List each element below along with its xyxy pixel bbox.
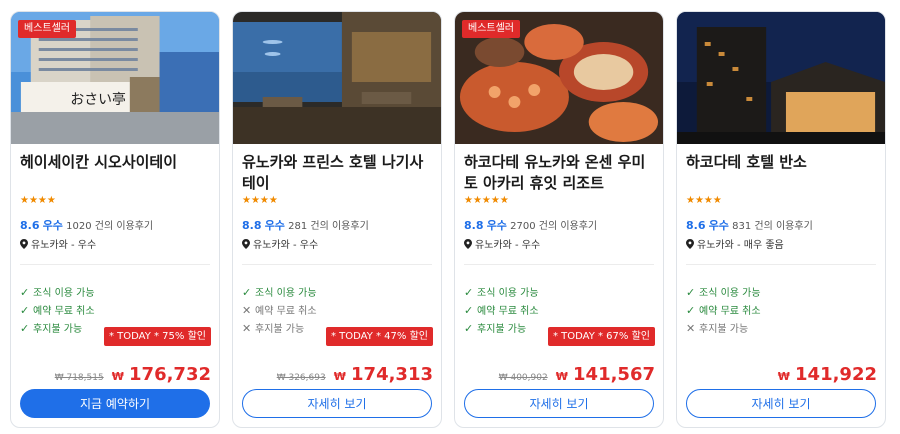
hotel-photo[interactable] [677, 12, 885, 144]
cross-icon: ✕ [242, 304, 252, 317]
review-score: 8.8 우수 2700 건의 이용후기 [464, 217, 597, 233]
amenity-free-cancel: ✕ 예약 무료 취소 [242, 304, 317, 317]
location-pin-icon [242, 239, 250, 249]
view-details-button[interactable]: 자세히 보기 [242, 389, 432, 418]
svg-text:おさい亭: おさい亭 [70, 91, 125, 108]
score-value: 8.8 [464, 219, 484, 232]
hotel-name[interactable]: 하코다테 유노카와 온센 우미 토 아카리 휴잇 리조트 [464, 152, 655, 194]
star-rating-icon: ★★★★ [686, 195, 722, 206]
divider [464, 264, 654, 265]
cross-icon: ✕ [242, 322, 252, 335]
location: 유노카와 - 우수 [242, 236, 318, 251]
cross-icon: ✕ [686, 322, 696, 335]
price-block: ₩ 718,515 ₩ 176,732 [55, 364, 211, 385]
currency-symbol: ₩ [111, 370, 124, 383]
current-price: 141,922 [795, 364, 877, 385]
original-price: ₩ 326,693 [276, 373, 326, 383]
review-count: 1020 건의 이용후기 [66, 221, 154, 232]
view-details-button[interactable]: 자세히 보기 [686, 389, 876, 418]
view-details-button[interactable]: 자세히 보기 [464, 389, 654, 418]
price-block: ₩ 326,693 ₩ 174,313 [277, 364, 433, 385]
original-price: ₩ 400,902 [498, 373, 548, 383]
hotel-card[interactable]: おさい亭 베스트셀러 헤이세이칸 시오사이테이 ★★★★ 8.6 우수 1020… [10, 11, 220, 428]
location: 유노카와 - 우수 [464, 236, 540, 251]
amenity-breakfast: ✓ 조식 이용 가능 [242, 286, 317, 299]
hotel-photo[interactable]: おさい亭 베스트셀러 [11, 12, 219, 144]
hotel-card[interactable]: 유노카와 프린스 호텔 나기사테이 ★★★★ 8.8 우수 281 건의 이용후… [232, 11, 442, 428]
currency-symbol: ₩ [555, 370, 568, 383]
current-price: 174,313 [351, 364, 433, 385]
book-now-button[interactable]: 지금 예약하기 [20, 389, 210, 418]
review-score: 8.8 우수 281 건의 이용후기 [242, 217, 369, 233]
location-text: 유노카와 - 우수 [253, 240, 319, 251]
amenity-breakfast: ✓ 조식 이용 가능 [464, 286, 539, 299]
review-count: 831 건의 이용후기 [732, 221, 813, 232]
price-block: ₩ 141,922 [778, 364, 877, 385]
score-grade: 우수 [264, 219, 285, 232]
location: 유노카와 - 매우 좋음 [686, 236, 784, 251]
bestseller-badge: 베스트셀러 [462, 20, 520, 38]
location-text: 유노카와 - 매우 좋음 [697, 240, 784, 251]
check-icon: ✓ [242, 286, 252, 299]
star-rating-icon: ★★★★★ [464, 195, 509, 206]
score-grade: 우수 [486, 219, 507, 232]
amenity-breakfast: ✓ 조식 이용 가능 [686, 286, 761, 299]
divider [686, 264, 876, 265]
check-icon: ✓ [464, 304, 474, 317]
currency-symbol: ₩ [777, 370, 790, 383]
hotel-name[interactable]: 유노카와 프린스 호텔 나기사테이 [242, 152, 433, 194]
price-block: ₩ 400,902 ₩ 141,567 [499, 364, 655, 385]
amenity-free-cancel: ✓ 예약 무료 취소 [464, 304, 539, 317]
discount-badge: * TODAY * 75% 할인 [103, 327, 211, 346]
amenity-free-cancel: ✓ 예약 무료 취소 [20, 304, 95, 317]
divider [242, 264, 432, 265]
location-pin-icon [686, 239, 694, 249]
amenity-free-cancel: ✓ 예약 무료 취소 [686, 304, 761, 317]
location-pin-icon [20, 239, 28, 249]
check-icon: ✓ [464, 322, 474, 335]
current-price: 176,732 [129, 364, 211, 385]
score-value: 8.6 [686, 219, 706, 232]
score-grade: 우수 [42, 219, 63, 232]
original-price: ₩ 718,515 [54, 373, 104, 383]
check-icon: ✓ [464, 286, 474, 299]
divider [20, 264, 210, 265]
score-value: 8.6 [20, 219, 40, 232]
check-icon: ✓ [20, 322, 30, 335]
hotel-card-row: おさい亭 베스트셀러 헤이세이칸 시오사이테이 ★★★★ 8.6 우수 1020… [0, 0, 900, 434]
hotel-card[interactable]: 베스트셀러 하코다테 유노카와 온센 우미 토 아카리 휴잇 리조트 ★★★★★… [454, 11, 664, 428]
amenity-pay-later: ✕ 후지불 가능 [686, 322, 749, 335]
amenity-pay-later: ✓ 후지불 가능 [464, 322, 527, 335]
score-grade: 우수 [708, 219, 729, 232]
current-price: 141,567 [573, 364, 655, 385]
star-rating-icon: ★★★★ [242, 195, 278, 206]
location-text: 유노카와 - 우수 [475, 240, 541, 251]
hotel-name[interactable]: 하코다테 호텔 반소 [686, 152, 877, 173]
check-icon: ✓ [20, 304, 30, 317]
amenity-breakfast: ✓ 조식 이용 가능 [20, 286, 95, 299]
star-rating-icon: ★★★★ [20, 195, 56, 206]
currency-symbol: ₩ [333, 370, 346, 383]
hotel-name[interactable]: 헤이세이칸 시오사이테이 [20, 152, 211, 173]
check-icon: ✓ [686, 286, 696, 299]
amenity-pay-later: ✓ 후지불 가능 [20, 322, 83, 335]
location: 유노카와 - 우수 [20, 236, 96, 251]
check-icon: ✓ [20, 286, 30, 299]
hotel-card[interactable]: 하코다테 호텔 반소 ★★★★ 8.6 우수 831 건의 이용후기 유노카와 … [676, 11, 886, 428]
location-text: 유노카와 - 우수 [31, 240, 97, 251]
location-pin-icon [464, 239, 472, 249]
hotel-photo[interactable]: 베스트셀러 [455, 12, 663, 144]
hotel-photo[interactable] [233, 12, 441, 144]
review-score: 8.6 우수 831 건의 이용후기 [686, 217, 813, 233]
review-count: 281 건의 이용후기 [288, 221, 369, 232]
review-count: 2700 건의 이용후기 [510, 221, 598, 232]
bestseller-badge: 베스트셀러 [18, 20, 76, 38]
review-score: 8.6 우수 1020 건의 이용후기 [20, 217, 153, 233]
discount-badge: * TODAY * 47% 할인 [325, 327, 433, 346]
score-value: 8.8 [242, 219, 262, 232]
check-icon: ✓ [686, 304, 696, 317]
amenity-pay-later: ✕ 후지불 가능 [242, 322, 305, 335]
discount-badge: * TODAY * 67% 할인 [547, 327, 655, 346]
